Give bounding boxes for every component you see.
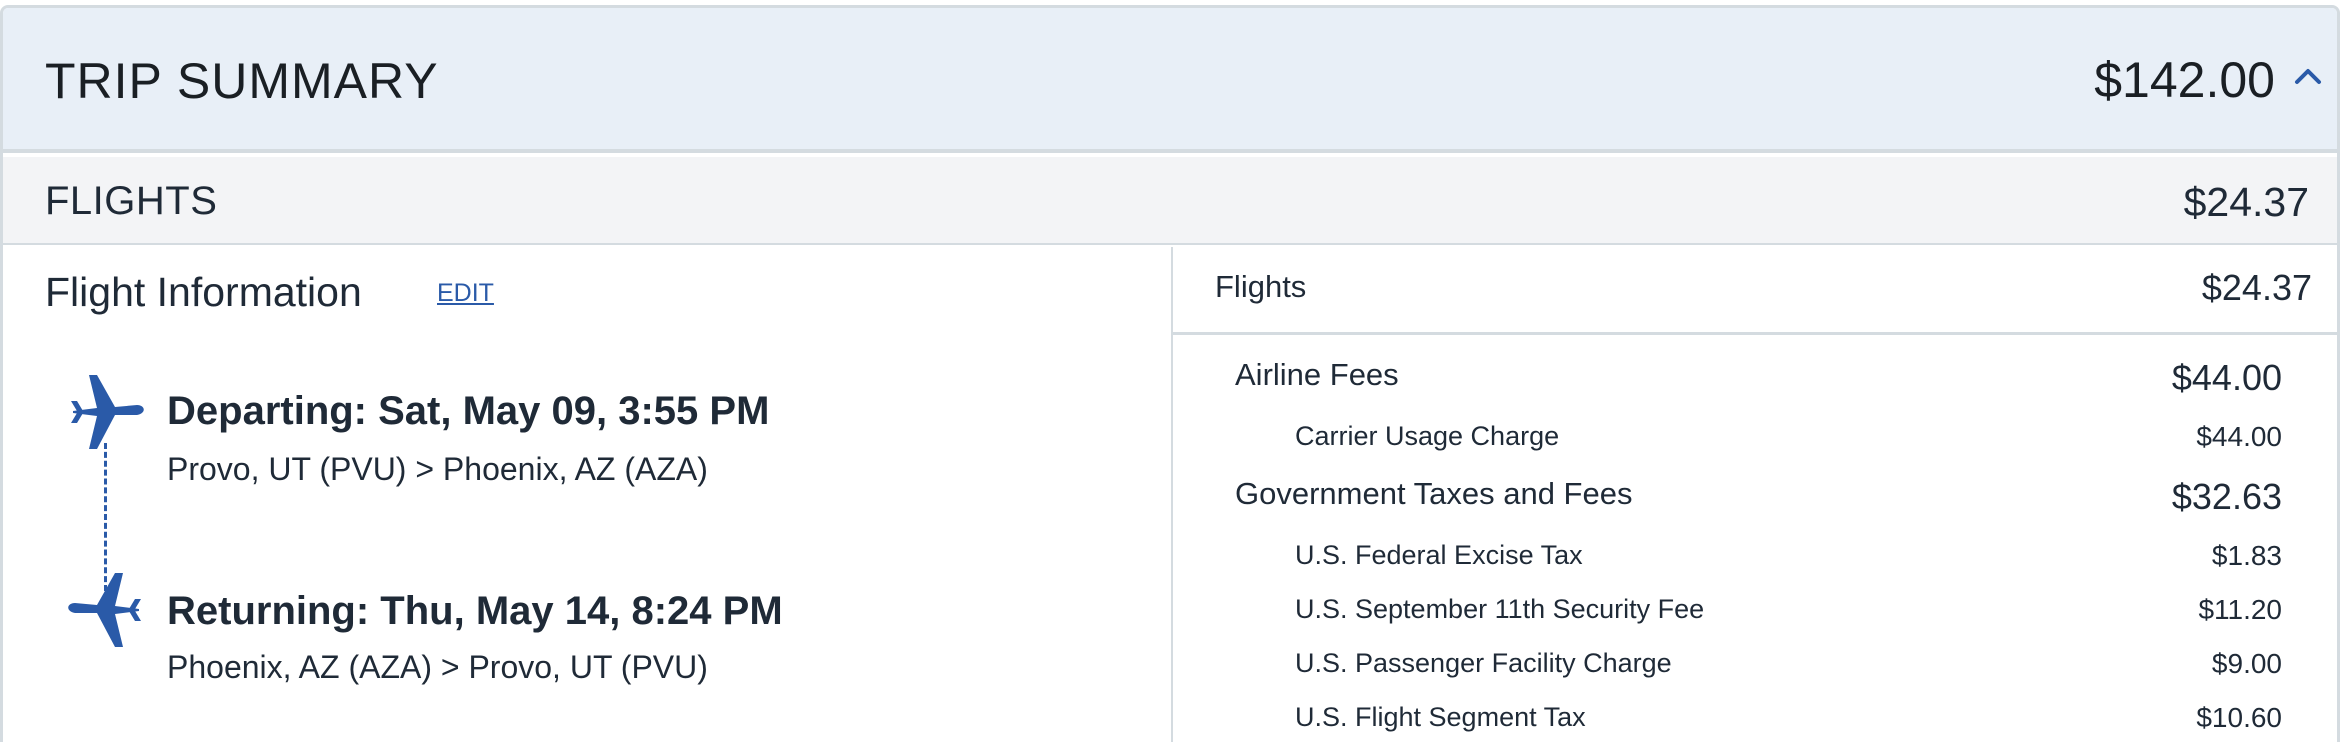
fee-item-label: U.S. Flight Segment Tax [1295, 702, 1586, 732]
flight-information-heading: Flight Information [45, 269, 362, 315]
price-breakdown-panel: Flights $24.37 Airline Fees $44.00 Carri… [1173, 247, 2337, 742]
trip-summary-title: TRIP SUMMARY [45, 53, 439, 109]
trip-summary-card: TRIP SUMMARY $142.00 FLIGHTS $24.37 Flig… [0, 5, 2340, 742]
chevron-up-icon[interactable] [2293, 66, 2323, 86]
flights-price-amount: $24.37 [2201, 267, 2312, 308]
fee-item-amount: $11.20 [2198, 594, 2282, 625]
government-taxes-label: Government Taxes and Fees [1235, 476, 1633, 511]
returning-route: Phoenix, AZ (AZA) > Provo, UT (PVU) [167, 649, 708, 685]
flights-price-label: Flights [1215, 269, 1307, 304]
airline-fees-label: Airline Fees [1235, 357, 1399, 392]
fee-item-amount: $10.60 [2196, 702, 2282, 733]
flights-section-title: FLIGHTS [45, 179, 218, 223]
edit-flights-link[interactable]: EDIT [437, 279, 494, 308]
trip-summary-total: $142.00 [2094, 52, 2275, 108]
fee-item-label: U.S. September 11th Security Fee [1295, 594, 1705, 624]
departing-title: Departing: Sat, May 09, 3:55 PM [167, 389, 770, 433]
fee-item-amount: $1.83 [2211, 540, 2282, 571]
trip-summary-header[interactable]: TRIP SUMMARY $142.00 [3, 8, 2337, 153]
flights-price-row: Flights $24.37 [1173, 247, 2337, 335]
fee-item-label: U.S. Federal Excise Tax [1295, 540, 1583, 570]
plane-depart-icon [71, 375, 144, 449]
flights-section-total: $24.37 [2183, 179, 2309, 225]
fee-item-amount: $9.00 [2211, 648, 2282, 679]
fee-item-amount: $44.00 [2196, 421, 2282, 452]
airline-fees-amount: $44.00 [2171, 357, 2282, 398]
fee-item-label: Carrier Usage Charge [1295, 421, 1560, 451]
returning-title: Returning: Thu, May 14, 8:24 PM [167, 589, 783, 633]
flight-information-panel: Flight Information EDIT Departing: Sat, … [3, 247, 1171, 742]
fee-item-label: U.S. Passenger Facility Charge [1295, 648, 1672, 678]
plane-return-icon [68, 573, 141, 647]
flights-section-header: FLIGHTS $24.37 [3, 157, 2337, 245]
departing-route: Provo, UT (PVU) > Phoenix, AZ (AZA) [167, 451, 708, 487]
government-taxes-amount: $32.63 [2171, 476, 2282, 517]
